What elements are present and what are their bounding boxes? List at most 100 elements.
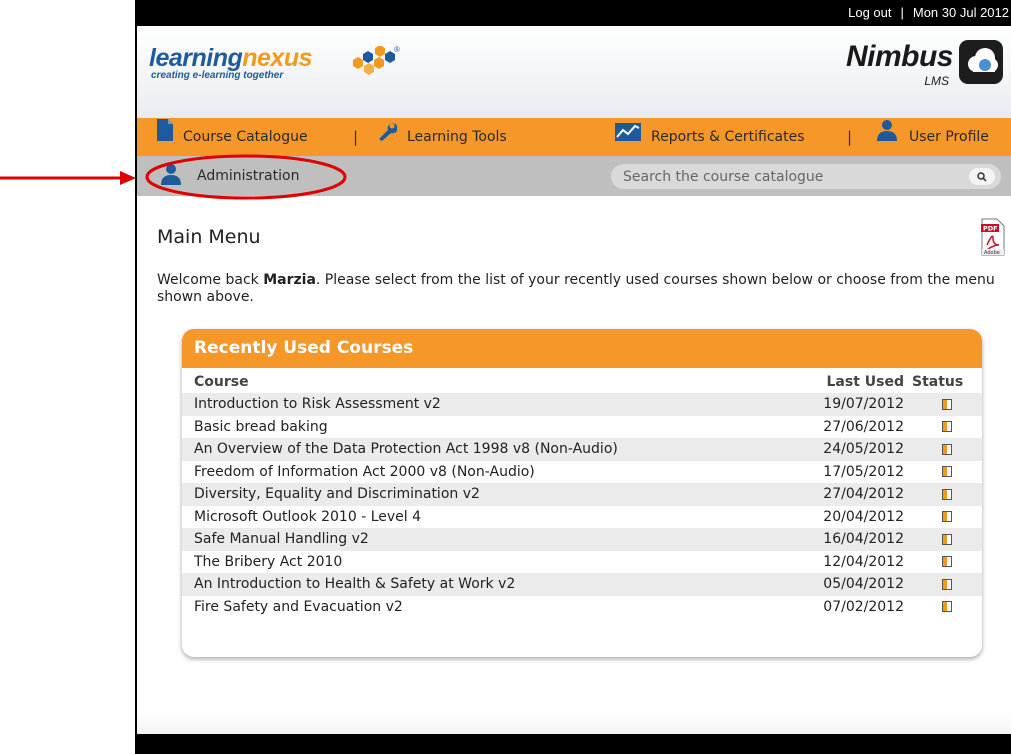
table-row[interactable]: Diversity, Equality and Discrimination v… <box>182 483 982 506</box>
table-row[interactable]: An Overview of the Data Protection Act 1… <box>182 438 982 461</box>
nav-course-catalogue[interactable]: Course Catalogue <box>157 118 308 156</box>
panel-heading: Recently Used Courses <box>182 329 982 368</box>
status-in-progress-icon <box>942 578 952 590</box>
logout-link[interactable]: Log out <box>848 5 891 20</box>
nav-label: Reports & Certificates <box>651 129 805 145</box>
status-in-progress-icon <box>942 556 952 568</box>
recent-courses-panel: Recently Used Courses Course Last Used S… <box>182 329 982 657</box>
topbar-separator: | <box>900 5 904 20</box>
user-icon <box>159 163 183 189</box>
status-cell <box>912 596 982 619</box>
registered-mark: ® <box>394 46 400 54</box>
user-name: Marzia <box>263 272 316 288</box>
status-in-progress-icon <box>942 533 952 545</box>
table-row[interactable]: Freedom of Information Act 2000 v8 (Non-… <box>182 461 982 484</box>
top-bar: Log out | Mon 30 Jul 2012 <box>137 0 1011 26</box>
course-name-link[interactable]: The Bribery Act 2010 <box>182 551 802 574</box>
brand-sub: LMS <box>924 74 949 88</box>
search-button[interactable] <box>969 168 995 185</box>
table-row[interactable]: Fire Safety and Evacuation v2 07/02/2012 <box>182 596 982 619</box>
administration-label: Administration <box>197 168 300 184</box>
main-nav: Course Catalogue | Learning Tools Report… <box>137 118 1011 156</box>
search-icon <box>977 171 987 182</box>
page-title: Main Menu <box>157 226 261 248</box>
status-in-progress-icon <box>942 398 952 410</box>
table-row[interactable]: Microsoft Outlook 2010 - Level 4 20/04/20… <box>182 506 982 529</box>
status-in-progress-icon <box>942 488 952 500</box>
table-row[interactable]: An Introduction to Health & Safety at Wo… <box>182 573 982 596</box>
last-used-date: 27/06/2012 <box>823 418 904 435</box>
course-name-link[interactable]: Safe Manual Handling v2 <box>182 528 802 551</box>
nav-administration[interactable]: Administration <box>159 156 299 196</box>
header: learningnexus creating e-learning togeth… <box>137 26 1011 118</box>
course-name-link[interactable]: An Overview of the Data Protection Act 1… <box>182 438 802 461</box>
welcome-text: Welcome back Marzia. Please select from … <box>157 272 997 306</box>
course-name-link[interactable]: Freedom of Information Act 2000 v8 (Non-… <box>182 461 802 484</box>
course-name-link[interactable]: Introduction to Risk Assessment v2 <box>182 393 802 416</box>
table-header-row: Course Last Used Status <box>182 368 982 393</box>
table-row[interactable]: Safe Manual Handling v2 16/04/2012 <box>182 528 982 551</box>
recent-courses-table: Course Last Used Status Introduction to … <box>182 368 982 618</box>
status-in-progress-icon <box>942 466 952 478</box>
cloud-icon <box>959 40 1003 84</box>
course-name-link[interactable]: Fire Safety and Evacuation v2 <box>182 596 802 619</box>
user-icon <box>875 118 899 156</box>
welcome-prefix: Welcome back <box>157 272 264 288</box>
nav-separator: | <box>353 128 359 146</box>
footer-bar <box>137 734 1011 754</box>
last-used-date: 07/02/2012 <box>823 598 904 615</box>
status-cell <box>912 461 982 484</box>
current-date: Mon 30 Jul 2012 <box>912 5 1009 20</box>
footer-stripe <box>137 714 1011 734</box>
nav-reports-certificates[interactable]: Reports & Certificates <box>615 118 805 156</box>
column-header-course: Course <box>194 373 249 390</box>
nav-label: Course Catalogue <box>183 129 308 145</box>
table-row[interactable]: Basic bread baking 27/06/2012 <box>182 416 982 439</box>
course-name-link[interactable]: An Introduction to Health & Safety at Wo… <box>182 573 802 596</box>
status-in-progress-icon <box>942 511 952 523</box>
last-used-date: 05/04/2012 <box>802 573 912 596</box>
last-used-date: 16/04/2012 <box>802 528 912 551</box>
learningnexus-logo[interactable]: learningnexus creating e-learning togeth… <box>149 44 400 81</box>
status-cell <box>912 416 982 439</box>
last-used-date: 24/05/2012 <box>802 438 912 461</box>
last-used-date: 27/04/2012 <box>802 483 912 506</box>
document-icon <box>157 118 173 156</box>
wrench-icon <box>377 118 398 156</box>
status-in-progress-icon <box>942 443 952 455</box>
logo-text-learning: learning <box>149 44 243 72</box>
status-cell <box>912 393 982 416</box>
table-row[interactable]: The Bribery Act 2010 12/04/2012 <box>182 551 982 574</box>
course-name-link[interactable]: Diversity, Equality and Discrimination v… <box>182 483 802 506</box>
nav-separator: | <box>847 128 853 146</box>
column-header-last-used: Last Used <box>826 373 905 390</box>
last-used-date: 12/04/2012 <box>823 553 904 570</box>
status-cell <box>912 573 982 596</box>
column-header-status: Status <box>912 373 964 390</box>
brand-name: Nimbus <box>845 40 954 73</box>
app-window: Log out | Mon 30 Jul 2012 learningnexus cr… <box>135 0 1011 754</box>
status-cell <box>912 438 982 461</box>
pdf-icon[interactable]: PDF Adobe <box>981 218 1005 260</box>
status-cell <box>912 483 982 506</box>
sub-nav: Administration <box>137 156 1011 196</box>
nav-learning-tools[interactable]: Learning Tools <box>377 118 507 156</box>
course-name-link[interactable]: Microsoft Outlook 2010 - Level 4 <box>182 506 802 529</box>
status-in-progress-icon <box>942 601 952 613</box>
pdf-label: PDF <box>983 225 998 233</box>
status-cell <box>912 551 982 574</box>
logo-text-nexus: nexus <box>242 44 313 72</box>
nav-user-profile[interactable]: User Profile <box>875 118 989 156</box>
last-used-date: 17/05/2012 <box>823 463 904 480</box>
nav-label: Learning Tools <box>407 129 507 145</box>
search-box <box>611 164 1001 189</box>
table-row[interactable]: Introduction to Risk Assessment v2 19/07/… <box>182 393 982 416</box>
last-used-date: 19/07/2012 <box>802 393 912 416</box>
status-cell <box>912 506 982 529</box>
annotation-arrow <box>0 171 136 185</box>
course-name-link[interactable]: Basic bread baking <box>182 416 802 439</box>
last-used-date: 20/04/2012 <box>823 508 904 525</box>
search-input[interactable] <box>623 164 943 189</box>
status-cell <box>912 528 982 551</box>
hexagon-cluster-icon: ® <box>353 46 400 75</box>
